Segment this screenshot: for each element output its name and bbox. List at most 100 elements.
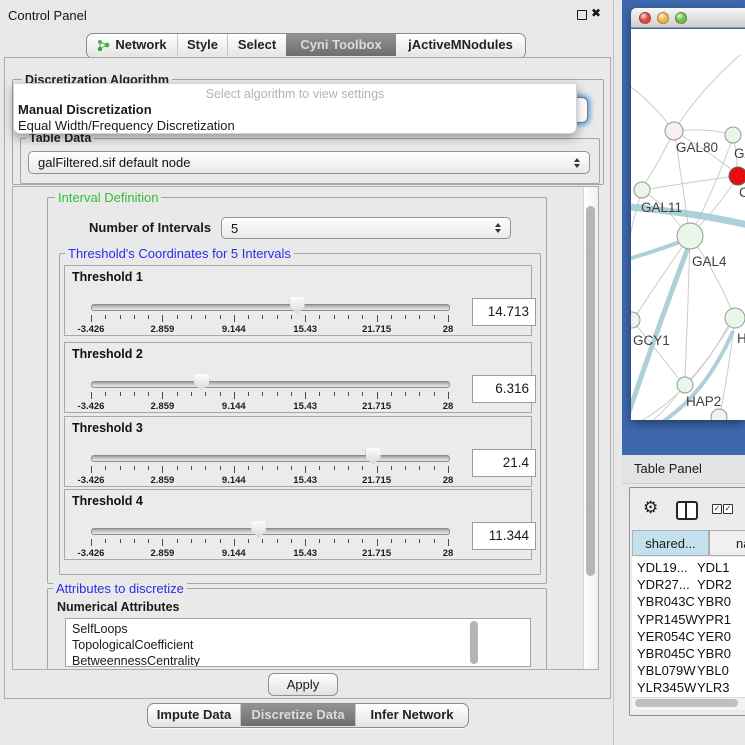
popup-item-equal-width-frequency-discretization[interactable]: Equal Width/Frequency Discretization bbox=[14, 118, 576, 134]
table-row[interactable]: YLR345WYLR3 bbox=[632, 680, 745, 697]
network-window-titlebar[interactable] bbox=[631, 8, 745, 28]
slider-tick bbox=[248, 466, 249, 470]
slider-tick bbox=[305, 539, 306, 546]
tab-label: Impute Data bbox=[157, 704, 231, 726]
close-icon[interactable]: ✖ bbox=[591, 6, 601, 20]
table-data-combobox[interactable]: galFiltered.sif default node bbox=[28, 151, 590, 174]
table-hscrollbar-thumb[interactable] bbox=[635, 699, 738, 707]
slider-tick bbox=[405, 466, 406, 470]
network-node-gcy1[interactable] bbox=[631, 312, 640, 328]
gear-icon[interactable]: ⚙ bbox=[643, 498, 658, 518]
attribute-item-selfloops[interactable]: SelfLoops bbox=[66, 621, 530, 637]
close-button[interactable] bbox=[639, 12, 651, 24]
slider-tick bbox=[220, 392, 221, 396]
network-node-gal80[interactable] bbox=[665, 122, 683, 140]
slider-tick bbox=[191, 392, 192, 396]
attributes-list[interactable]: SelfLoopsTopologicalCoefficientBetweenne… bbox=[65, 618, 531, 667]
threshold-slider-thumb[interactable] bbox=[251, 521, 266, 538]
threshold-slider-thumb[interactable] bbox=[290, 297, 305, 314]
slider-tick-label: 15.43 bbox=[275, 324, 335, 335]
popup-item-manual-discretization[interactable]: Manual Discretization bbox=[14, 102, 576, 118]
cell-shared-name: YBR045C bbox=[637, 646, 695, 661]
tab-discretize-data[interactable]: Discretize Data bbox=[241, 704, 356, 726]
checkbox-icon[interactable]: ✓ bbox=[723, 504, 733, 514]
apply-button[interactable]: Apply bbox=[268, 673, 338, 696]
network-node-label: GAL4 bbox=[692, 254, 727, 269]
slider-tick bbox=[419, 315, 420, 319]
network-canvas[interactable]: GAL80GACGAL11GAL4GCY1HHAP2 bbox=[631, 29, 745, 420]
network-node[interactable] bbox=[711, 409, 727, 420]
settings-scrollbar-thumb[interactable] bbox=[586, 206, 595, 576]
table-row[interactable]: YER054CYER0 bbox=[632, 629, 745, 646]
combo-arrows-icon bbox=[574, 158, 580, 168]
tab-infer-network[interactable]: Infer Network bbox=[356, 704, 468, 726]
network-node-h[interactable] bbox=[725, 308, 745, 328]
slider-tick bbox=[448, 539, 449, 546]
network-node-gal4[interactable] bbox=[677, 223, 703, 249]
minimize-button[interactable] bbox=[657, 12, 669, 24]
slider-tick bbox=[134, 315, 135, 319]
tab-style[interactable]: Style bbox=[178, 34, 228, 56]
threshold-slider-thumb[interactable] bbox=[366, 448, 381, 465]
threshold-value-field[interactable]: 11.344 bbox=[472, 522, 536, 550]
slider-tick bbox=[419, 466, 420, 470]
threshold-slider-track[interactable] bbox=[91, 304, 450, 311]
threshold-slider-track[interactable] bbox=[91, 455, 450, 462]
slider-tick bbox=[434, 539, 435, 543]
slider-tick bbox=[105, 392, 106, 396]
slider-tick bbox=[91, 392, 92, 399]
slider-tick-label: 15.43 bbox=[275, 401, 335, 412]
checkbox-icon[interactable]: ✓ bbox=[712, 504, 722, 514]
slider-tick bbox=[234, 539, 235, 546]
slider-tick bbox=[448, 315, 449, 322]
table-row[interactable]: YBL079WYBL0 bbox=[632, 663, 745, 680]
cyni-mode-tabbar: Impute Data Discretize DataInfer Network bbox=[147, 703, 469, 728]
tab-cyni-toolbox[interactable]: Cyni Toolbox bbox=[286, 34, 396, 56]
table-row[interactable]: YBR043CYBR0 bbox=[632, 594, 745, 611]
table-row[interactable]: YPR145WYPR1 bbox=[632, 612, 745, 629]
threshold-label: Threshold 1 bbox=[72, 270, 143, 284]
network-node-gal11[interactable] bbox=[634, 182, 650, 198]
settings-scroll-area: Interval Definition Number of Intervals … bbox=[12, 186, 599, 670]
column-header-name[interactable]: na bbox=[709, 530, 745, 556]
threshold-value-field[interactable]: 21.4 bbox=[472, 449, 536, 477]
attribute-item-topologicalcoefficient[interactable]: TopologicalCoefficient bbox=[66, 637, 530, 653]
table-row[interactable]: YDL19...YDL1 bbox=[632, 560, 745, 577]
threshold-slider-track[interactable] bbox=[91, 528, 450, 535]
slider-tick-label: -3.426 bbox=[61, 548, 121, 559]
slider-tick bbox=[120, 315, 121, 319]
slider-tick-label: 2.859 bbox=[132, 475, 192, 486]
threshold-slider-thumb[interactable] bbox=[194, 374, 209, 391]
num-intervals-spinner[interactable]: 5 bbox=[221, 217, 511, 239]
threshold-label: Threshold 4 bbox=[72, 494, 143, 508]
network-edge[interactable] bbox=[642, 177, 729, 190]
network-node-label: HAP2 bbox=[686, 394, 721, 409]
slider-tick bbox=[234, 466, 235, 473]
slider-tick bbox=[234, 315, 235, 322]
cell-shared-name: YLR345W bbox=[637, 680, 696, 695]
columns-icon[interactable] bbox=[676, 501, 698, 520]
threshold-value-field[interactable]: 14.713 bbox=[472, 298, 536, 326]
tab-select[interactable]: Select bbox=[228, 34, 286, 56]
table-row[interactable]: YDR27...YDR2 bbox=[632, 577, 745, 594]
zoom-button[interactable] bbox=[675, 12, 687, 24]
tab-impute-data[interactable]: Impute Data bbox=[148, 704, 241, 726]
slider-tick bbox=[91, 466, 92, 473]
tab-label: Select bbox=[238, 34, 276, 56]
float-window-icon[interactable] bbox=[577, 10, 587, 20]
tab-network[interactable]: Network bbox=[87, 34, 178, 56]
network-node-c[interactable] bbox=[729, 167, 745, 185]
threshold-row-3: Threshold 3-3.4262.8599.14415.4321.71528… bbox=[64, 416, 532, 487]
network-node-hap2[interactable] bbox=[677, 377, 693, 393]
popup-item-select-algorithm-to-view-settings[interactable]: Select algorithm to view settings bbox=[14, 86, 576, 102]
slider-tick bbox=[319, 466, 320, 470]
threshold-slider-track[interactable] bbox=[91, 381, 450, 388]
threshold-value-field[interactable]: 6.316 bbox=[472, 375, 536, 403]
network-edge[interactable] bbox=[674, 55, 740, 131]
table-row[interactable]: YBR045CYBR0 bbox=[632, 646, 745, 663]
network-node-ga[interactable] bbox=[725, 127, 741, 143]
attributes-list-scrollbar[interactable] bbox=[470, 621, 478, 664]
attribute-item-betweennesscentrality[interactable]: BetweennessCentrality bbox=[66, 653, 530, 667]
tab-jactivemnodules[interactable]: jActiveMNodules bbox=[396, 34, 525, 56]
column-header-shared-name[interactable]: shared... bbox=[632, 530, 709, 556]
